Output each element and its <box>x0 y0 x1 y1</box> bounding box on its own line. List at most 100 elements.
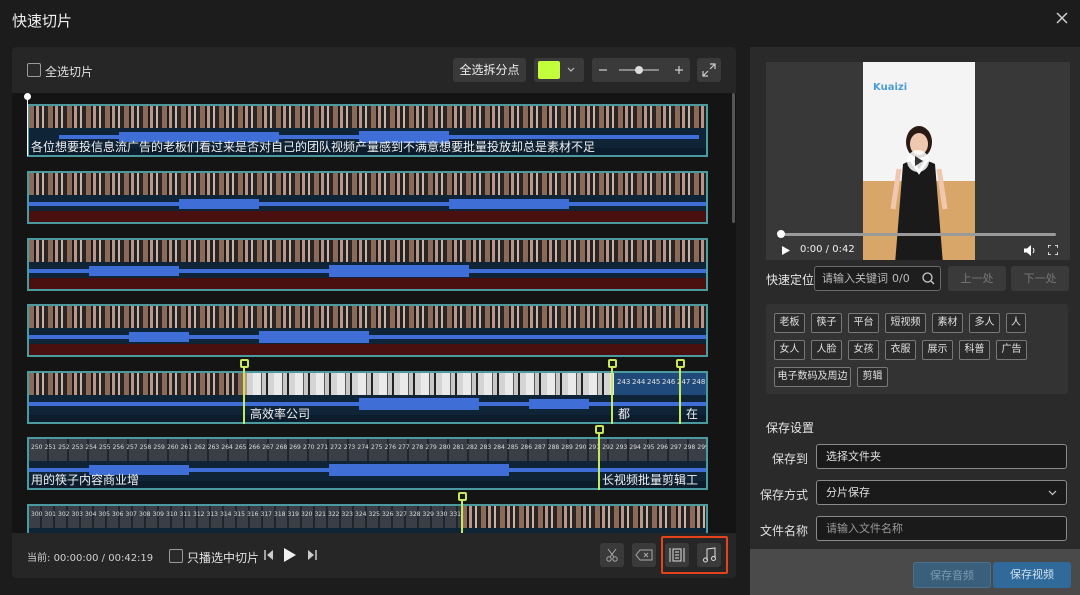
video-time-separator: / <box>825 244 830 255</box>
thumbnail-row <box>29 306 706 328</box>
split-marker[interactable] <box>243 367 245 424</box>
frame-number: 264 <box>221 444 233 451</box>
prev-frame-icon[interactable] <box>263 549 275 561</box>
subtitle-text: 高效率公司 <box>250 407 311 421</box>
search-icon[interactable] <box>922 272 935 285</box>
clip-band <box>29 211 706 222</box>
editor-toolbar: 全选切片 全选拆分点 <box>12 47 736 93</box>
frame-number: 269 <box>289 444 301 451</box>
cut-button[interactable] <box>600 543 624 567</box>
frame-number: 248 <box>692 378 706 386</box>
keyword-tag[interactable]: 女孩 <box>848 340 879 360</box>
prev-match-button[interactable]: 上一处 <box>948 266 1006 291</box>
keyword-tag[interactable]: 广告 <box>996 340 1027 360</box>
keyword-tag[interactable]: 女人 <box>774 340 805 360</box>
keyword-tag[interactable]: 短视频 <box>885 313 926 333</box>
frame-number: 303 <box>71 511 83 518</box>
play-overlay-button[interactable] <box>907 150 929 172</box>
clip-strip[interactable]: 243 244 245 246 247 248 高效率公司 都 在 <box>27 371 708 424</box>
frame-number: 243 <box>617 378 631 386</box>
keyword-tag[interactable]: 科普 <box>959 340 990 360</box>
close-icon[interactable] <box>1054 10 1070 26</box>
frame-number: 272 <box>330 444 342 451</box>
clip-band <box>29 344 706 355</box>
keyword-tag[interactable]: 电子数码及周边 <box>774 367 851 387</box>
delete-button[interactable] <box>632 543 656 567</box>
chevron-down-icon <box>1048 490 1057 496</box>
clip-strip[interactable]: 300 301 302 303 304 305 306 307 308 309 310 311 312 3… <box>27 504 708 533</box>
play-selected-label: 只播选中切片 <box>187 551 260 565</box>
video-progress-handle[interactable] <box>777 230 785 238</box>
filename-input[interactable]: 请输入文件名称 <box>816 516 1067 541</box>
zoom-slider-handle[interactable] <box>635 66 643 74</box>
frame-number: 280 <box>439 444 451 451</box>
clip-strip[interactable] <box>27 171 708 224</box>
split-marker[interactable] <box>679 367 681 424</box>
play-icon[interactable] <box>283 547 297 563</box>
keyword-tag[interactable]: 展示 <box>922 340 953 360</box>
zoom-in-icon[interactable] <box>674 65 684 75</box>
video-time: 0:00 / 0:42 <box>800 244 855 255</box>
clip-strip[interactable]: 250 251 252 253 254 255 256 257 258 259 260 261 262 2… <box>27 437 708 490</box>
frame-number: 285 <box>507 444 519 451</box>
frame-number: 329 <box>422 511 434 518</box>
split-marker[interactable] <box>598 433 600 490</box>
keyword-tag[interactable]: 剪辑 <box>857 367 888 387</box>
timeline-scrollbar[interactable] <box>732 93 735 223</box>
thumbnail-row <box>247 373 614 395</box>
frame-number: 245 <box>647 378 661 386</box>
next-match-button[interactable]: 下一处 <box>1011 266 1069 291</box>
play-selected-checkbox[interactable] <box>169 549 183 563</box>
volume-icon[interactable] <box>1024 245 1036 256</box>
keyword-tag[interactable]: 人 <box>1006 313 1026 333</box>
select-all-split-button[interactable]: 全选拆分点 <box>453 58 526 82</box>
split-marker[interactable] <box>461 500 463 533</box>
clip-band <box>29 278 706 289</box>
keyword-tag[interactable]: 老板 <box>774 313 805 333</box>
frame-number: 251 <box>44 444 57 451</box>
video-frame: Kuaizi <box>863 62 975 260</box>
settings-panel: Kuaizi 0:00 / 0:42 快速定位 请输入关键词 0/0 上一处 下… <box>750 47 1080 595</box>
marker-color-picker[interactable] <box>534 58 584 82</box>
keyword-tag[interactable]: 多人 <box>969 313 1000 333</box>
frame-number: 284 <box>493 444 505 451</box>
keyword-tag[interactable]: 素材 <box>932 313 963 333</box>
frame-number: 253 <box>71 444 84 451</box>
frame-number: 281 <box>452 444 465 451</box>
frame-number: 267 <box>262 444 274 451</box>
thumbnail-row <box>29 240 706 262</box>
frame-number: 331 <box>449 511 461 518</box>
play-icon[interactable] <box>782 246 790 255</box>
keyword-placeholder: 请输入关键词 <box>822 272 888 285</box>
frame-number: 305 <box>98 511 110 518</box>
clip-strip[interactable] <box>27 238 708 291</box>
keyword-tag[interactable]: 衣服 <box>885 340 916 360</box>
split-marker[interactable] <box>611 367 613 424</box>
save-video-button[interactable]: 保存视频 <box>993 562 1071 588</box>
frame-number: 304 <box>85 511 97 518</box>
frame-number: 316 <box>247 511 259 518</box>
clip-strip[interactable]: 各位想要投信息流广告的老板们看过来是否对自己的团队视频产量感到不满意想要批量投放… <box>27 104 708 157</box>
frame-number: 266 <box>248 444 261 451</box>
save-audio-button[interactable]: 保存音频 <box>913 562 991 588</box>
keyword-tag[interactable]: 平台 <box>848 313 879 333</box>
playhead[interactable] <box>27 96 28 156</box>
video-player[interactable]: Kuaizi 0:00 / 0:42 <box>766 62 1070 260</box>
save-to-field[interactable]: 选择文件夹 <box>816 444 1067 469</box>
save-settings-title: 保存设置 <box>766 421 815 435</box>
keyword-tag[interactable]: 筷子 <box>811 313 842 333</box>
clip-strip[interactable] <box>27 304 708 357</box>
video-progress-bar[interactable] <box>780 233 1056 236</box>
next-frame-icon[interactable] <box>306 549 318 561</box>
frame-number: 297 <box>670 444 682 451</box>
keyword-search-input[interactable]: 请输入关键词 0/0 <box>814 266 941 291</box>
save-method-select[interactable]: 分片保存 <box>816 480 1067 505</box>
presenter-image <box>890 126 948 260</box>
fullscreen-icon[interactable] <box>1048 245 1058 255</box>
expand-button[interactable] <box>697 58 721 82</box>
keyword-tag[interactable]: 人脸 <box>811 340 842 360</box>
select-all-checkbox[interactable] <box>27 63 41 77</box>
frame-number: 256 <box>112 444 125 451</box>
zoom-out-icon[interactable] <box>598 65 608 75</box>
frame-number: 325 <box>368 511 380 518</box>
